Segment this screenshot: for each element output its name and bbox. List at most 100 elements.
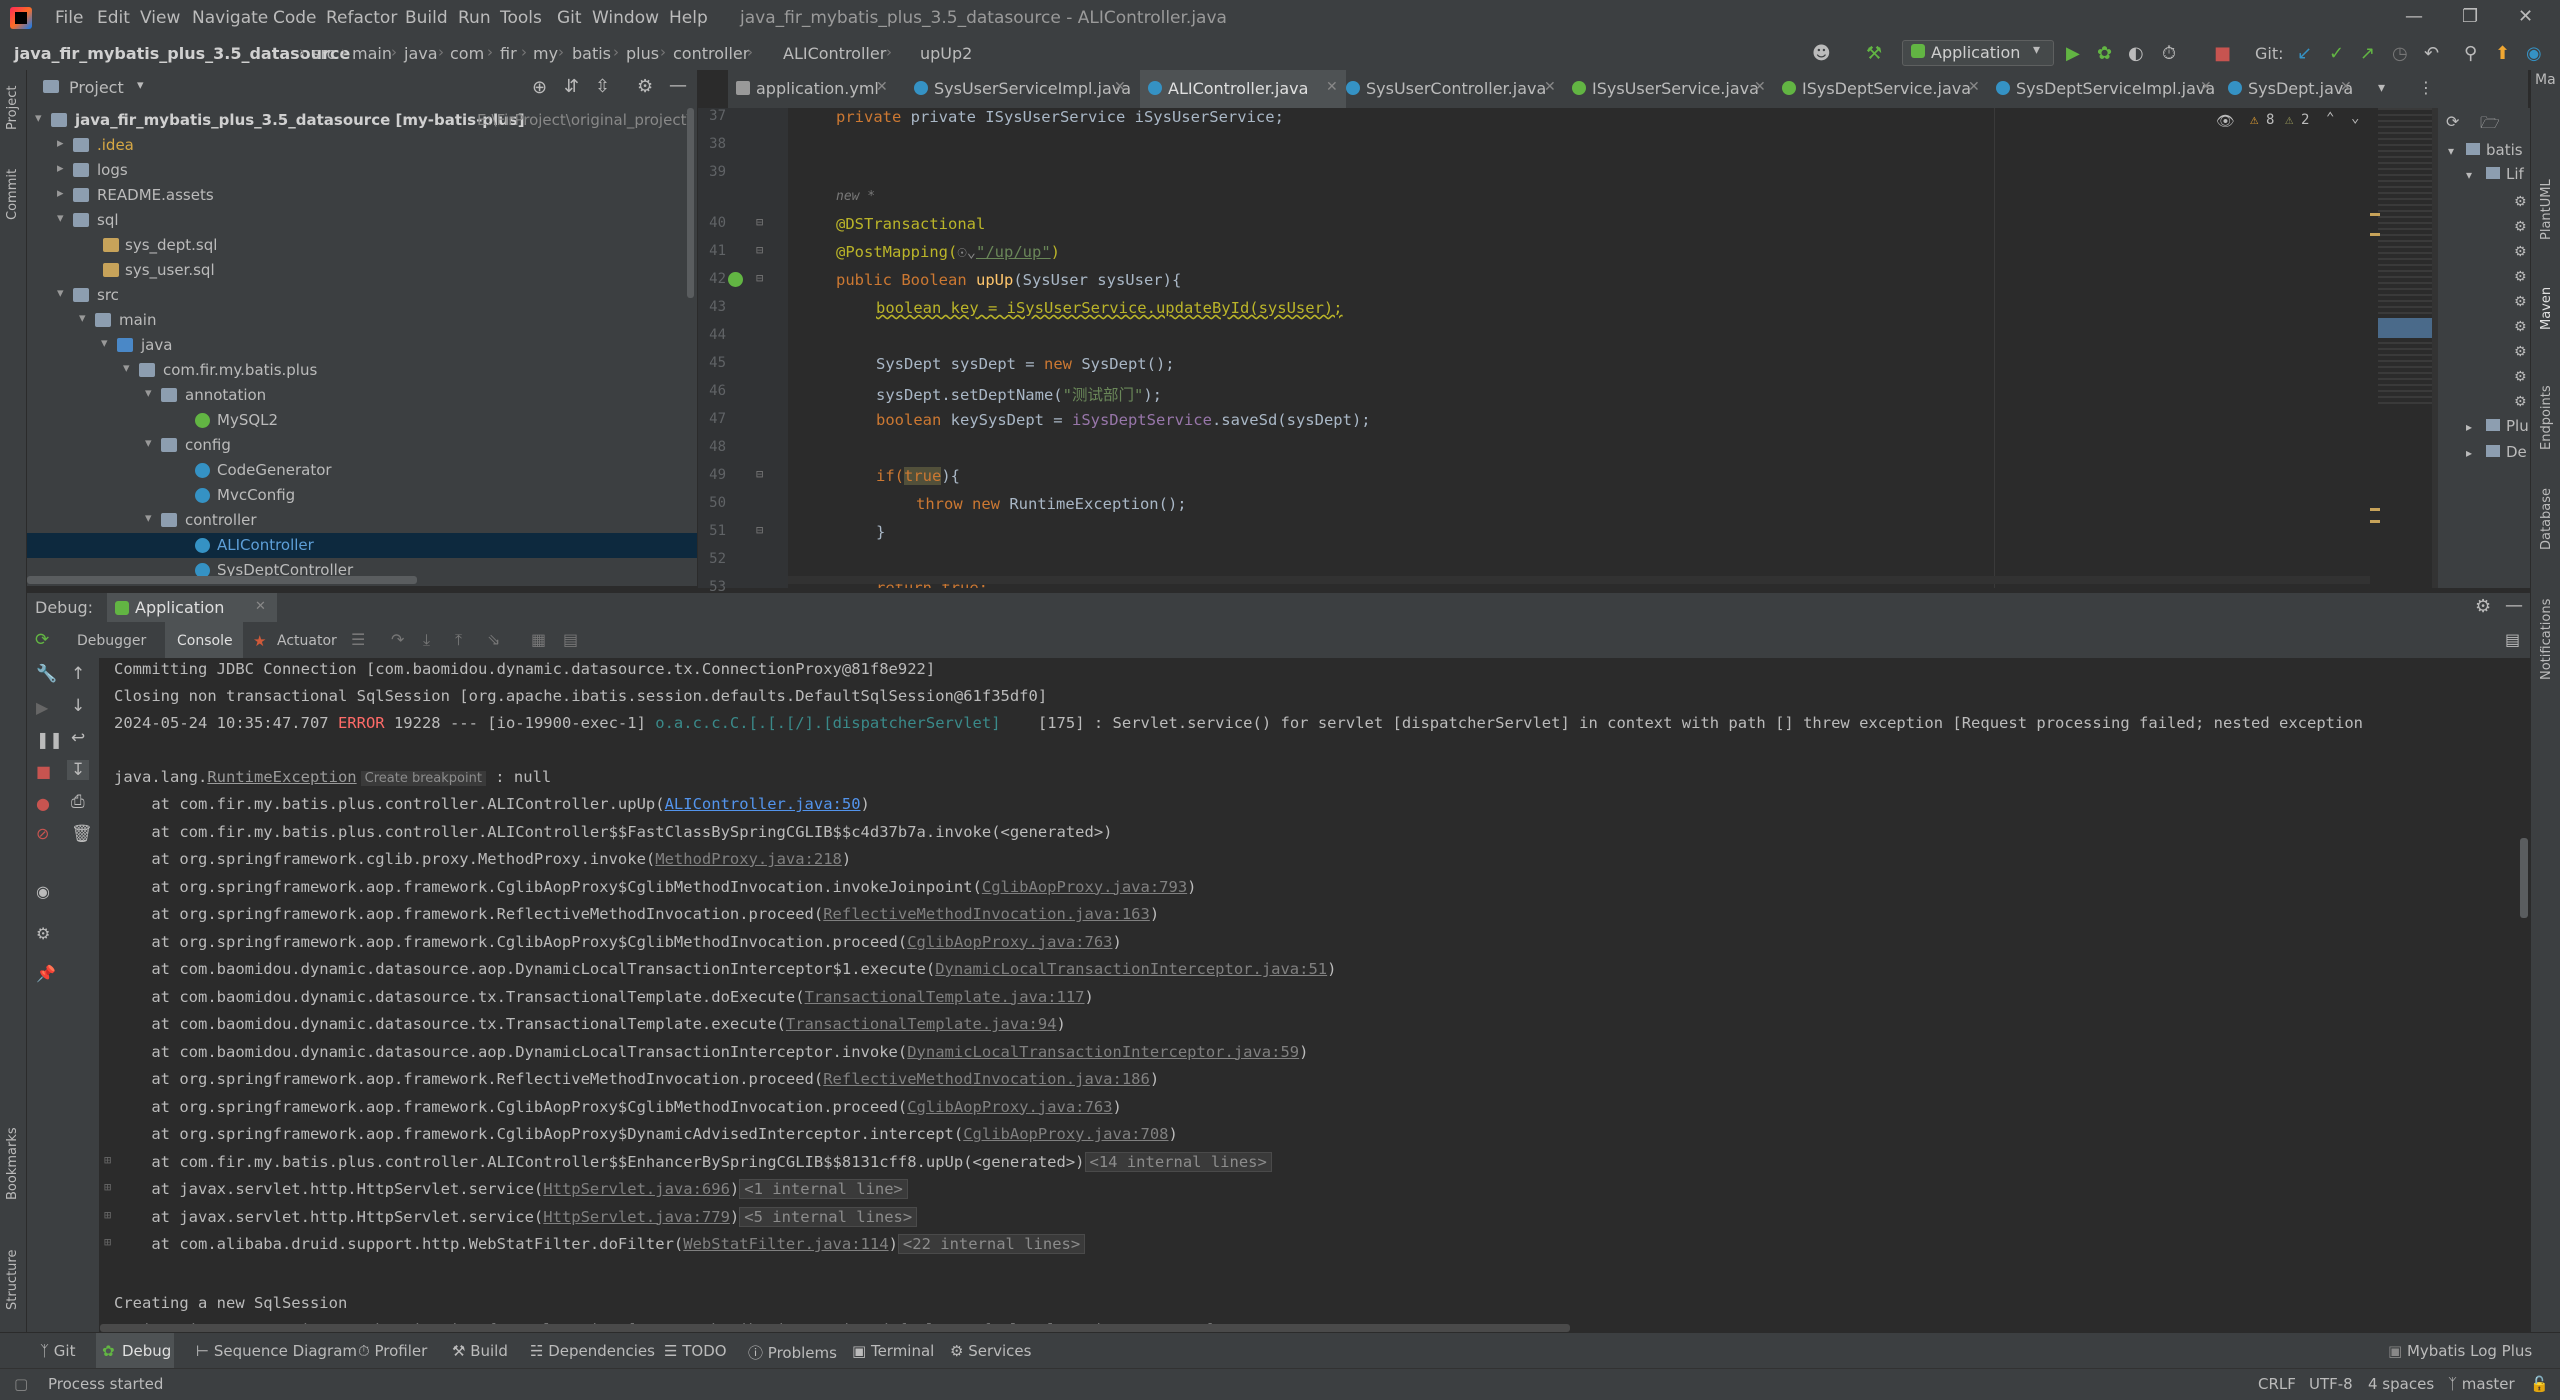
tree-item-logs[interactable]: ▸ logs xyxy=(27,158,697,183)
close-icon[interactable]: ✕ xyxy=(255,599,266,614)
breadcrumb-class[interactable]: ALIController xyxy=(783,44,886,63)
folded-lines-button[interactable]: <22 internal lines> xyxy=(897,1234,1086,1254)
expand-all-icon[interactable]: ⇵ xyxy=(564,76,579,97)
close-icon[interactable]: ✕ xyxy=(1114,79,1126,95)
gear-icon[interactable]: ⚙ xyxy=(2514,369,2527,385)
tree-item-controller[interactable]: ▾ controller xyxy=(27,508,697,533)
git-branch-widget[interactable]: ᛉ master xyxy=(2448,1375,2515,1393)
menu-refactor[interactable]: Refactor xyxy=(326,8,397,28)
tab-debugger[interactable]: Debugger xyxy=(77,633,146,649)
user-icon[interactable]: ☻ xyxy=(1812,43,1831,64)
run-to-cursor-icon[interactable]: ⇘ xyxy=(487,630,500,649)
gear-icon[interactable]: ⚙ xyxy=(2514,394,2527,410)
toolwindow-services[interactable]: ⚙ Services xyxy=(950,1342,1031,1360)
tab-sys-dept[interactable]: SysDept.java ✕ xyxy=(2220,70,2360,108)
tab-ali-controller[interactable]: ALIController.java ✕ xyxy=(1140,70,1346,111)
stop-icon[interactable]: ■ xyxy=(2214,43,2231,64)
weak-warning-icon[interactable]: ⚠ xyxy=(2285,112,2293,128)
stack-frame-source-link[interactable]: HttpServlet.java:779 xyxy=(543,1208,730,1226)
close-icon[interactable]: ✕ xyxy=(876,79,888,95)
plugin-icon[interactable]: ◉ xyxy=(2526,43,2542,64)
menu-git[interactable]: Git xyxy=(557,8,582,28)
chevron-down-icon[interactable]: ⌄ xyxy=(2351,110,2359,126)
toolwindow-profiler[interactable]: ⏱ Profiler xyxy=(358,1342,427,1360)
debug-icon[interactable]: ✿ xyxy=(2097,43,2112,64)
menu-build[interactable]: Build xyxy=(405,8,448,28)
tree-item-package[interactable]: ▾ com.fir.my.batis.plus xyxy=(27,358,697,383)
minimize-icon[interactable]: — xyxy=(2405,6,2423,27)
tab-sys-dept-service-impl[interactable]: SysDeptServiceImpl.java ✕ xyxy=(1988,70,2220,108)
folded-lines-button[interactable]: <5 internal lines> xyxy=(739,1206,918,1227)
evaluate-icon[interactable]: ▦ xyxy=(531,630,546,649)
bookmarks-tool-tab[interactable]: Bookmarks xyxy=(5,1127,20,1200)
tree-item-mysql2[interactable]: MySQL2 xyxy=(27,408,697,433)
plugins-label[interactable]: Plu xyxy=(2506,417,2529,435)
refresh-icon[interactable]: ⟳ xyxy=(2446,112,2459,131)
fold-icon[interactable]: ⊟ xyxy=(756,467,763,481)
chevron-down-icon[interactable]: ▾ xyxy=(2378,80,2385,96)
fold-icon[interactable]: ⊞ xyxy=(104,1153,111,1167)
menu-run[interactable]: Run xyxy=(458,8,491,28)
list-icon[interactable]: ☰ xyxy=(351,630,365,649)
warning-icon[interactable]: ⚠ xyxy=(2250,112,2258,128)
tree-item-code-generator[interactable]: CodeGenerator xyxy=(27,458,697,483)
close-icon[interactable]: ✕ xyxy=(1754,79,1766,95)
chevron-down-icon[interactable]: ▾ xyxy=(2448,144,2454,158)
tree-item-annotation[interactable]: ▾ annotation xyxy=(27,383,697,408)
gear-icon[interactable]: ⚙ xyxy=(2514,319,2527,335)
tab-isys-dept-service[interactable]: ISysDeptService.java ✕ xyxy=(1774,70,1988,108)
git-push-icon[interactable]: ↗ xyxy=(2360,43,2375,64)
chevron-down-icon[interactable]: ▾ xyxy=(2466,168,2472,182)
fold-icon[interactable]: ⊟ xyxy=(756,523,763,537)
endpoint-icon[interactable] xyxy=(728,272,743,287)
close-icon[interactable]: ✕ xyxy=(1544,79,1556,95)
toolwindow-git[interactable]: ᛉ Git xyxy=(40,1342,75,1360)
endpoints-tool-tab[interactable]: Endpoints xyxy=(2539,385,2554,450)
minimap-viewport[interactable] xyxy=(2378,318,2436,338)
arrow-up-icon[interactable]: ↑ xyxy=(71,664,85,684)
menu-navigate[interactable]: Navigate xyxy=(192,8,268,28)
stack-frame-source-link[interactable]: ReflectiveMethodInvocation.java:163 xyxy=(823,905,1150,923)
fold-icon[interactable]: ⊞ xyxy=(104,1180,111,1194)
mute-breakpoints-icon[interactable]: ⊘ xyxy=(36,824,49,843)
vertical-scrollbar[interactable] xyxy=(687,108,694,298)
locate-icon[interactable]: ⊕ xyxy=(532,77,547,98)
breadcrumb-src[interactable]: src xyxy=(312,44,335,63)
stop-icon[interactable]: ■ xyxy=(36,762,51,781)
tree-item-mvc-config[interactable]: MvcConfig xyxy=(27,483,697,508)
exception-class-link[interactable]: RuntimeException xyxy=(207,768,356,786)
tab-application-yml[interactable]: application.yml ✕ xyxy=(728,70,896,108)
fold-icon[interactable]: ⊞ xyxy=(104,1235,111,1249)
maximize-icon[interactable]: ❐ xyxy=(2462,6,2478,27)
stack-frame-source-link[interactable]: HttpServlet.java:696 xyxy=(543,1180,730,1198)
console-horizontal-scrollbar[interactable] xyxy=(100,1324,1570,1332)
stack-frame-source-link[interactable]: ALIController.java:50 xyxy=(665,795,861,813)
project-panel-title[interactable]: Project xyxy=(69,78,124,97)
stack-frame-source-link[interactable]: DynamicLocalTransactionInterceptor.java:… xyxy=(935,960,1327,978)
menu-help[interactable]: Help xyxy=(669,8,708,28)
warning-marker[interactable] xyxy=(2370,233,2380,236)
fold-icon[interactable]: ⊞ xyxy=(104,1208,111,1222)
resume-icon[interactable]: ▶ xyxy=(36,698,48,717)
stack-frame-source-link[interactable]: CglibAopProxy.java:763 xyxy=(907,1098,1112,1116)
gear-icon[interactable]: ⚙ xyxy=(2514,244,2527,260)
search-icon[interactable]: ⚲ xyxy=(2464,43,2477,64)
print-icon[interactable]: ⎙ xyxy=(71,792,85,812)
tree-item-sys-user-sql[interactable]: sys_user.sql xyxy=(27,258,697,283)
tab-isys-user-service[interactable]: ISysUserService.java ✕ xyxy=(1564,70,1774,108)
folder-add-icon[interactable]: 🗁 xyxy=(2480,112,2500,139)
console-vertical-scrollbar[interactable] xyxy=(2520,838,2528,918)
rollback-icon[interactable]: ↶ xyxy=(2424,43,2439,64)
reader-mode-icon[interactable]: 👁 xyxy=(2216,112,2235,130)
horizontal-scrollbar[interactable] xyxy=(27,576,417,584)
collapse-all-icon[interactable]: ⇳ xyxy=(595,76,610,97)
hide-icon[interactable]: — xyxy=(2505,595,2523,616)
breadcrumb-fir[interactable]: fir xyxy=(500,44,517,63)
tab-actuator[interactable]: Actuator xyxy=(277,633,337,649)
menu-file[interactable]: File xyxy=(55,8,83,28)
tree-item-main[interactable]: ▾ main xyxy=(27,308,697,333)
stack-frame-source-link[interactable]: MethodProxy.java:218 xyxy=(655,850,842,868)
tree-item-java[interactable]: ▾ java xyxy=(27,333,697,358)
lock-icon[interactable]: 🔓 xyxy=(2530,1375,2549,1393)
coverage-icon[interactable]: ◐ xyxy=(2128,43,2144,64)
